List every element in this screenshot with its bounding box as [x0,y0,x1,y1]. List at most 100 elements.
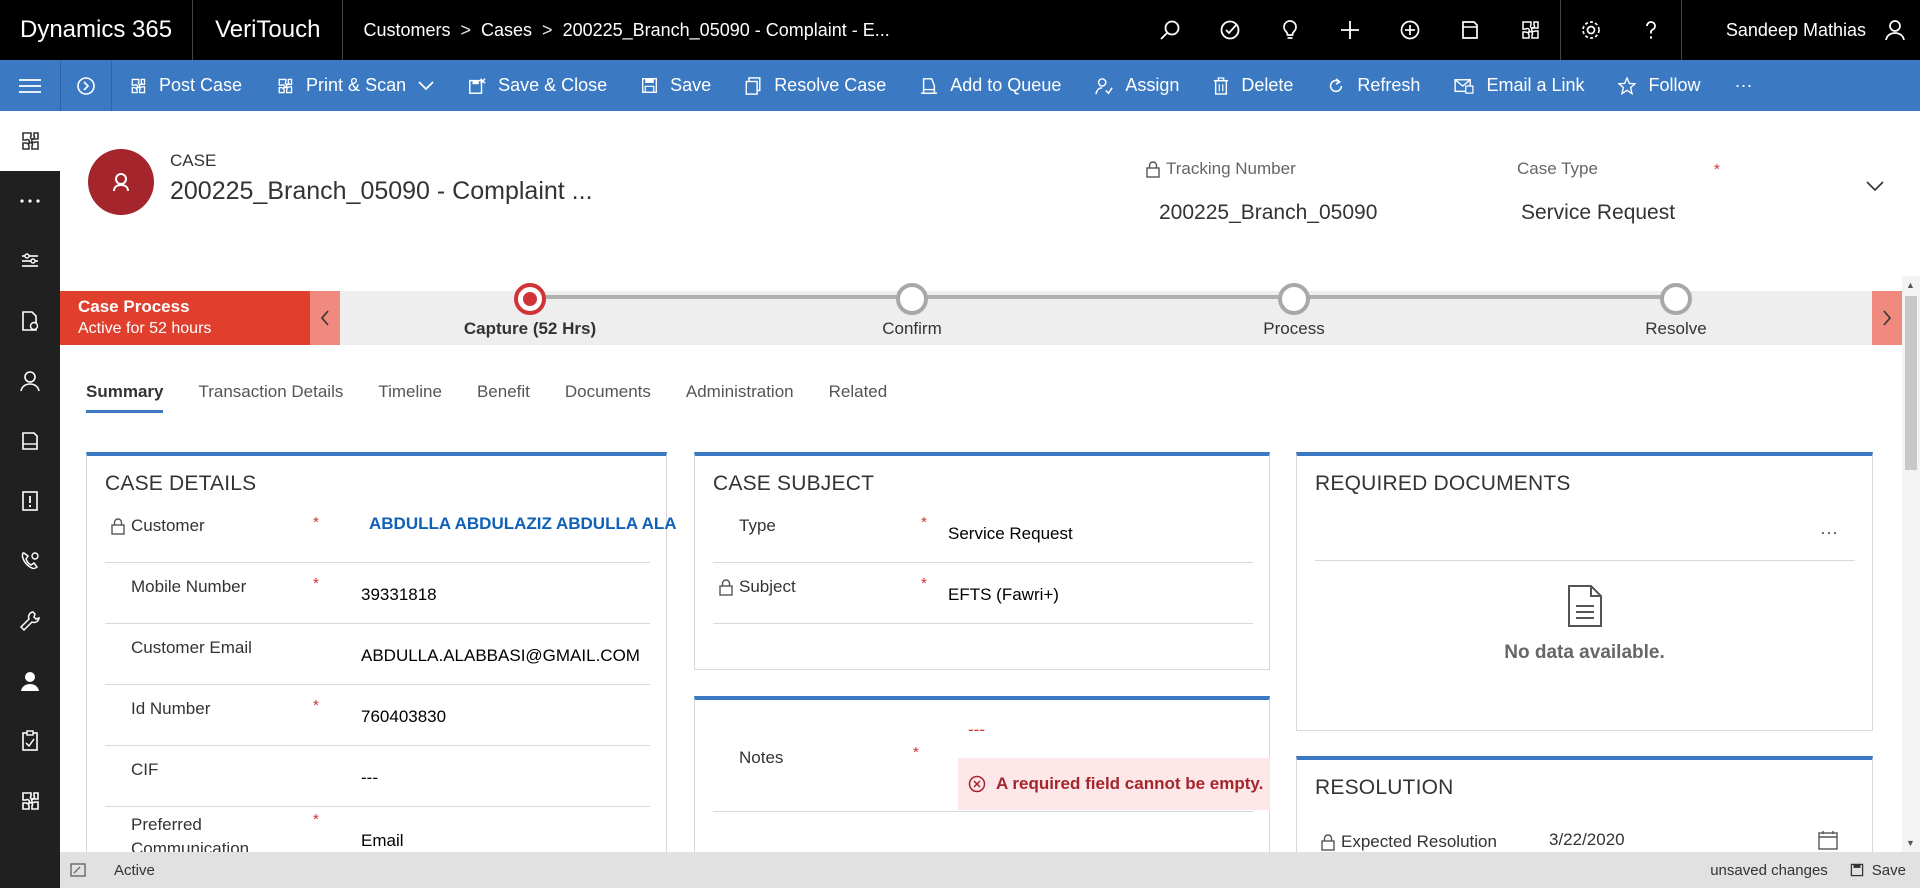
notes-value[interactable]: --- [968,720,985,740]
tab-documents[interactable]: Documents [565,382,651,413]
stage-process[interactable]: Process [1174,283,1414,339]
customer-email-value[interactable]: ABDULLA.ALABBASI@GMAIL.COM [361,646,640,666]
process-next-chevron-icon[interactable] [1872,291,1902,345]
case-subject-section: CASE SUBJECT Type * Service Request Subj… [694,452,1270,670]
required-indicator: * [313,514,319,531]
tab-transaction-details[interactable]: Transaction Details [198,382,343,413]
resolve-case-button[interactable]: Resolve Case [728,60,903,111]
rail-item-contacts[interactable] [0,651,60,711]
breadcrumb-cases[interactable]: Cases [481,20,532,41]
case-type-field[interactable]: Case Type * Service Request [1517,159,1837,225]
stage-resolve[interactable]: Resolve [1556,283,1796,339]
app-name[interactable]: VeriTouch [193,0,344,60]
rail-item-calls[interactable] [0,531,60,591]
assign-button[interactable]: Assign [1078,60,1196,111]
subject-field[interactable]: Subject * EFTS (Fawri+) [713,563,1253,624]
preferred-communication-field[interactable]: Preferred Communication * Email [105,807,650,858]
rail-item-queues[interactable] [0,411,60,471]
rail-item-settings[interactable] [0,771,60,831]
rail-item-dashboard[interactable] [0,231,60,291]
cif-field[interactable]: CIF --- [105,746,650,807]
plus-icon[interactable] [1320,0,1380,60]
business-process-bar: Case Process Active for 52 hours Capture… [60,283,1902,345]
customer-email-label: Customer Email [131,638,252,657]
process-prev-chevron-icon[interactable] [310,291,340,345]
id-number-label: Id Number [131,699,211,718]
required-indicator: * [313,575,319,592]
open-in-window-icon[interactable] [70,863,86,877]
post-case-button[interactable]: Post Case [112,60,259,111]
user-menu[interactable]: Sandeep Mathias [1682,0,1920,60]
more-icon [20,199,40,203]
preferred-communication-value[interactable]: Email [361,831,404,851]
delete-label: Delete [1241,75,1294,95]
customer-field[interactable]: Customer * ABDULLA ABDULAZIZ ABDULLA ALA… [105,502,677,563]
document-icon [1567,585,1602,627]
email-link-button[interactable]: Email a Link [1437,60,1601,111]
save-button[interactable]: Save [624,60,728,111]
search-icon[interactable] [1140,0,1200,60]
delete-icon [1214,76,1229,95]
rail-item-more[interactable] [0,171,60,231]
status-save-button[interactable]: Save [1850,862,1906,879]
mobile-number-field[interactable]: Mobile Number * 39331818 [105,563,650,624]
scroll-up-arrow-icon[interactable]: ▲ [1906,280,1915,290]
filter-icon[interactable] [1440,0,1500,60]
brand-title[interactable]: Dynamics 365 [0,0,194,60]
user-name: Sandeep Mathias [1725,19,1866,40]
rail-item-customers[interactable] [0,351,60,411]
breadcrumb-separator: > [542,19,553,40]
lightbulb-icon[interactable] [1260,0,1320,60]
stage-confirm[interactable]: Confirm [792,283,1032,339]
customer-email-field[interactable]: Customer Email ABDULLA.ALABBASI@GMAIL.CO… [105,624,650,685]
puzzle-icon[interactable] [1500,0,1560,60]
more-commands-button[interactable]: ··· [1718,60,1770,111]
save-close-button[interactable]: Save & Close [451,60,624,111]
id-number-value[interactable]: 760403830 [361,707,446,727]
type-value[interactable]: Service Request [948,524,1073,544]
subject-value[interactable]: EFTS (Fawri+) [948,585,1059,605]
rail-item-apps[interactable] [0,111,60,171]
id-number-field[interactable]: Id Number * 760403830 [105,685,650,746]
type-field[interactable]: Type * Service Request [713,502,1253,563]
breadcrumb-customers[interactable]: Customers [363,20,450,41]
resolve-case-label: Resolve Case [774,75,887,95]
documents-more-button[interactable]: ··· [1820,522,1838,543]
process-flyout[interactable]: Case Process Active for 52 hours [60,291,310,345]
refresh-button[interactable]: Refresh [1310,60,1437,111]
stage-capture[interactable]: Capture (52 Hrs) [410,283,650,339]
entity-type: CASE [170,151,217,170]
help-icon[interactable] [1621,0,1681,60]
gear-icon[interactable] [1561,0,1621,60]
customer-lookup-link[interactable]: ABDULLA ABDULAZIZ ABDULLA ALABBASI [361,514,677,534]
tab-benefit[interactable]: Benefit [477,382,530,413]
tab-summary[interactable]: Summary [86,382,164,413]
tab-related[interactable]: Related [829,382,888,413]
save-label: Save [670,75,712,95]
notes-error-text: A required field cannot be empty. [996,774,1264,793]
navigate-icon[interactable] [60,60,112,111]
tab-timeline[interactable]: Timeline [378,382,442,413]
top-navigation-bar: Dynamics 365 VeriTouch Customers > Cases… [0,0,1920,60]
page-scrollbar[interactable]: ▲ ▼ [1902,276,1920,852]
rail-item-cases[interactable] [0,291,60,351]
document-icon [22,311,39,331]
follow-button[interactable]: Follow [1601,60,1717,111]
add-circle-icon[interactable] [1380,0,1440,60]
rail-item-alerts[interactable] [0,471,60,531]
scrollbar-thumb[interactable] [1905,296,1917,470]
cif-value[interactable]: --- [361,768,378,788]
rail-item-reports[interactable] [0,711,60,771]
task-icon[interactable] [1200,0,1260,60]
notes-field[interactable]: Notes * --- A required field cannot be e… [713,700,1270,812]
header-expand-chevron-icon[interactable] [1866,179,1884,197]
rail-item-tools[interactable] [0,591,60,651]
print-scan-button[interactable]: Print & Scan [259,60,451,111]
mobile-number-value[interactable]: 39331818 [361,585,437,605]
scroll-down-arrow-icon[interactable]: ▼ [1906,838,1915,848]
add-to-queue-button[interactable]: Add to Queue [903,60,1078,111]
tab-administration[interactable]: Administration [686,382,794,413]
delete-button[interactable]: Delete [1196,60,1310,111]
hamburger-menu-icon[interactable] [0,60,60,111]
breadcrumb-current-record[interactable]: 200225_Branch_05090 - Complaint - E... [563,20,890,41]
